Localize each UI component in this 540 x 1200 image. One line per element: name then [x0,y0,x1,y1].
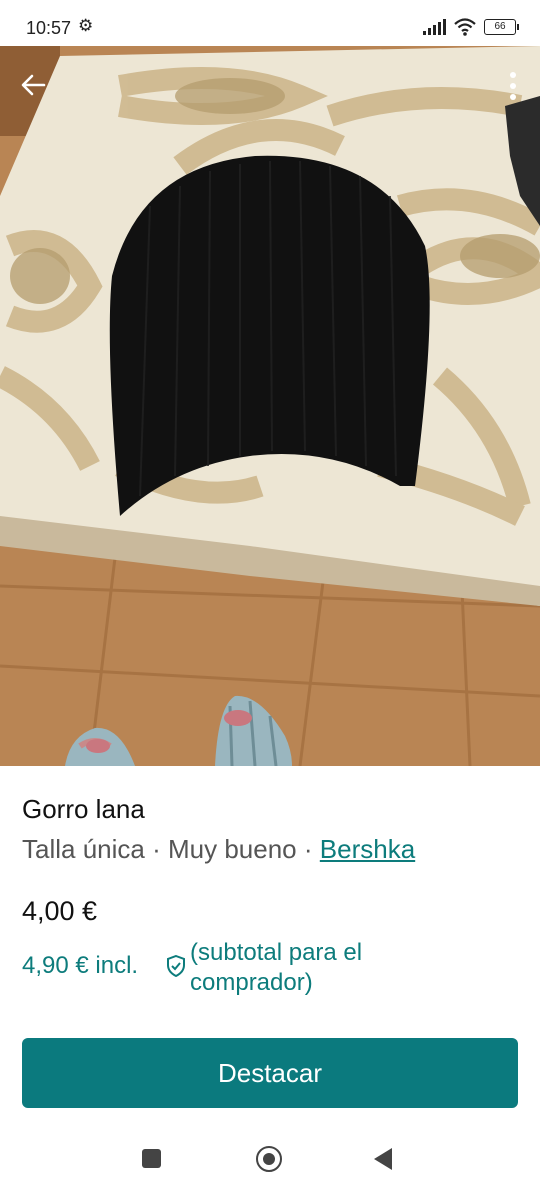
meta-separator: · [303,834,313,864]
system-nav-bar [0,1130,540,1200]
item-condition: Muy bueno [168,834,297,864]
status-icons: 66 [423,18,519,36]
wifi-icon [454,18,476,36]
recents-icon[interactable] [142,1149,161,1168]
more-options-icon[interactable] [506,70,520,102]
meta-separator: · [152,834,161,864]
item-title: Gorro lana [22,794,145,824]
status-time: 10:57 [26,18,72,38]
item-price: 4,00 € [22,896,98,926]
buyer-price: 4,90 € incl. [22,952,139,979]
status-bar: 10:57 ⚙ 66 [0,0,540,46]
home-icon[interactable] [256,1146,282,1172]
shield-check-icon[interactable] [166,955,186,977]
feature-button[interactable]: Destacar [22,1038,518,1108]
item-meta: Talla única · Muy bueno · Bershka [22,834,415,865]
settings-gear-icon: ⚙ [78,16,94,35]
battery-icon: 66 [484,19,519,35]
back-arrow-icon[interactable] [18,70,48,100]
brand-link[interactable]: Bershka [320,834,415,864]
item-size: Talla única [22,834,145,864]
product-photo[interactable] [0,46,540,766]
buyer-price-note: (subtotal para el comprador) [190,939,363,996]
signal-icon [423,19,446,35]
back-triangle-icon[interactable] [374,1148,392,1170]
